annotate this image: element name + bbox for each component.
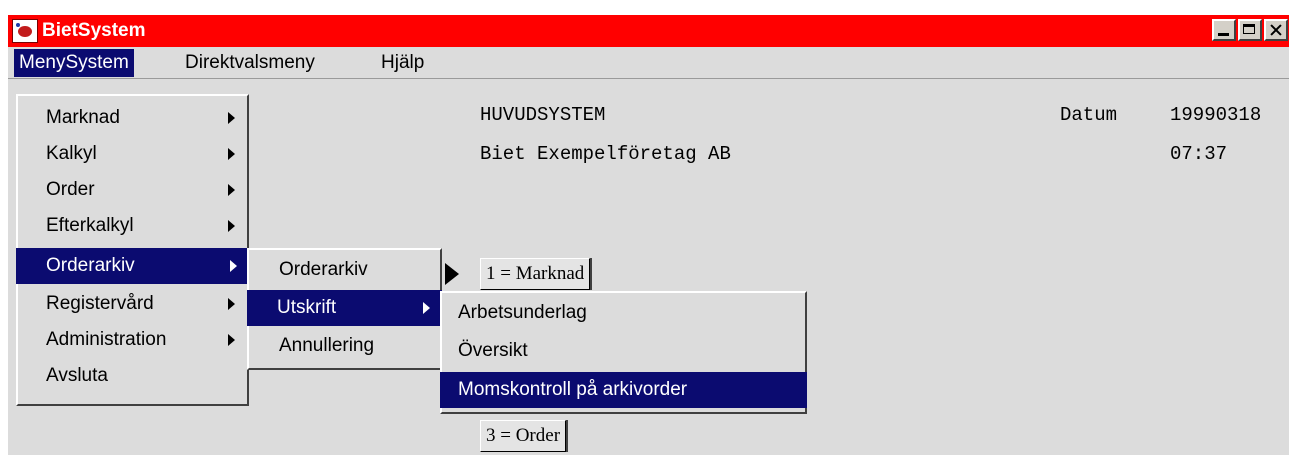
marknad-button[interactable]: 1 = Marknad [480,258,593,290]
menysystem-dropdown: Marknad Kalkyl Order Efterkalkyl Orderar… [16,94,249,406]
submenu-item-annullering[interactable]: Annullering [249,328,440,364]
utskrift-submenu: Arbetsunderlag Översikt Momskontroll på … [440,291,807,414]
submenu-arrow-icon [228,184,235,196]
menu-hjalp[interactable]: Hjälp [376,49,429,77]
date-label: Datum [1060,104,1118,126]
submenu-arrow-icon [230,260,237,272]
menu-item-label: Utskrift [277,297,337,318]
menu-menysystem[interactable]: MenySystem [14,49,134,77]
title-bar[interactable]: BietSystem [8,15,1289,47]
time-value: 07:37 [1170,143,1228,165]
maximize-icon[interactable] [1238,19,1262,41]
menu-item-order[interactable]: Order [18,172,247,208]
app-window: BietSystem MenySystem Direktvalsmeny Hjä… [8,15,1289,455]
app-logo-icon[interactable] [12,19,38,43]
submenu-arrow-icon [228,220,235,232]
menu-item-label: Annullering [279,335,375,356]
menu-item-label: Registervård [46,293,154,314]
menu-item-orderarkiv[interactable]: Orderarkiv [16,248,249,284]
company-name: Biet Exempelföretag AB [480,143,731,165]
menu-bar: MenySystem Direktvalsmeny Hjälp [8,47,1289,79]
submenu-arrow-icon [423,302,430,314]
window-title: BietSystem [42,20,146,41]
menu-item-registervard[interactable]: Registervård [18,286,247,322]
menu-item-label: Efterkalkyl [46,215,134,236]
menu-item-label: Orderarkiv [46,255,135,276]
menu-item-efterkalkyl[interactable]: Efterkalkyl [18,208,247,244]
submenu-arrow-icon [228,112,235,124]
submenu-arrow-icon [228,298,235,310]
submenu-item-arbetsunderlag[interactable]: Arbetsunderlag [442,295,805,331]
menu-item-label: Administration [46,329,167,350]
menu-item-label: Orderarkiv [279,259,368,280]
window-controls [1212,19,1288,41]
close-icon[interactable] [1264,19,1288,41]
menu-item-label: Avsluta [46,365,108,386]
submenu-item-orderarkiv[interactable]: Orderarkiv [249,252,440,288]
menu-item-label: Order [46,179,95,200]
menu-item-label: Arbetsunderlag [458,302,587,323]
menu-item-marknad[interactable]: Marknad [18,100,247,136]
submenu-item-utskrift[interactable]: Utskrift [247,290,442,326]
submenu-item-momskontroll[interactable]: Momskontroll på arkivorder [440,372,807,408]
date-value: 19990318 [1170,104,1262,126]
minimize-icon[interactable] [1212,19,1236,41]
menu-item-avsluta[interactable]: Avsluta [18,358,247,394]
menu-item-label: Kalkyl [46,143,97,164]
menu-direktvalsmeny[interactable]: Direktvalsmeny [180,49,320,77]
orderarkiv-submenu: Orderarkiv Utskrift Annullering [247,248,442,370]
screen-title: HUVUDSYSTEM [480,104,606,126]
order-button[interactable]: 3 = Order [480,420,569,452]
submenu-arrow-icon [228,148,235,160]
menu-item-administration[interactable]: Administration [18,322,247,358]
submenu-item-oversikt[interactable]: Översikt [442,333,805,369]
submenu-arrow-icon [228,334,235,346]
menu-item-label: Momskontroll på arkivorder [458,379,688,400]
pointer-arrow-icon [445,263,459,285]
menu-item-label: Översikt [458,340,528,361]
menu-item-kalkyl[interactable]: Kalkyl [18,136,247,172]
menu-item-label: Marknad [46,107,120,128]
